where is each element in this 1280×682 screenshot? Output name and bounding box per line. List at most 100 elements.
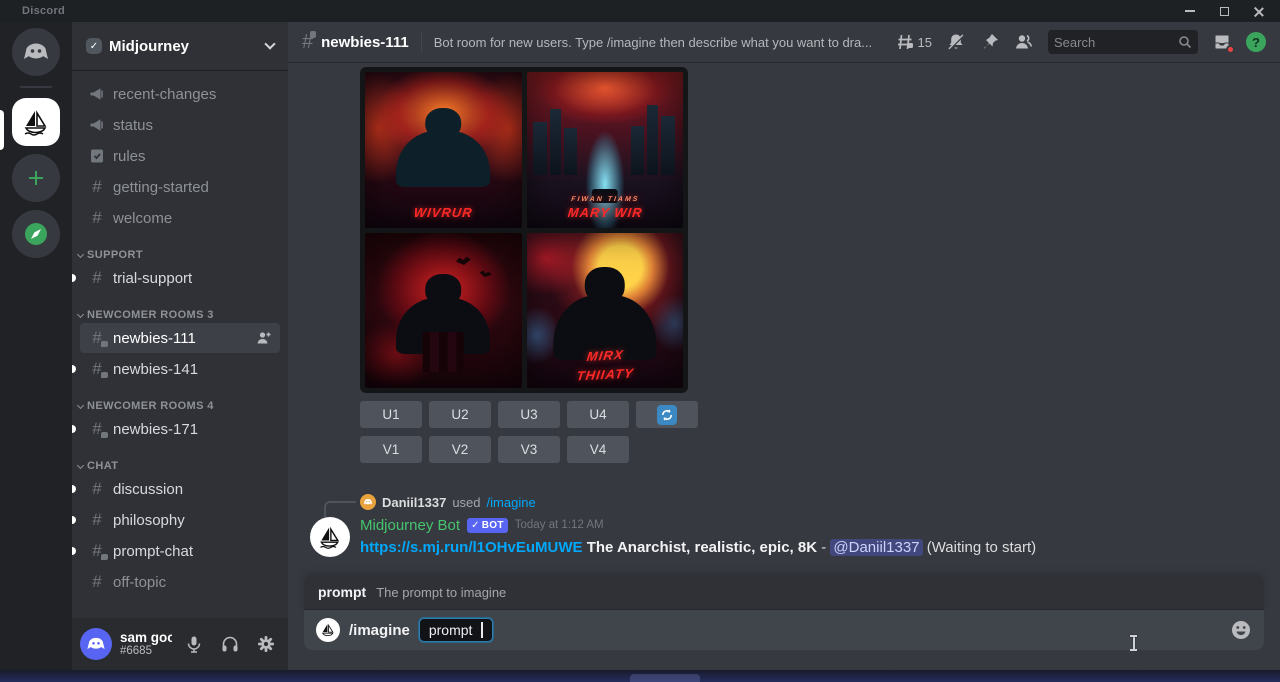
compass-icon <box>23 221 49 247</box>
city-tower <box>661 116 675 175</box>
chevron-down-icon <box>77 401 84 408</box>
channel-topic[interactable]: Bot room for new users. Type /imagine th… <box>434 35 872 50</box>
reply-username[interactable]: Daniil1337 <box>382 495 446 510</box>
category-support[interactable]: SUPPORT <box>78 249 280 261</box>
category-chat[interactable]: CHAT <box>78 460 280 472</box>
server-icon-midjourney[interactable] <box>12 98 60 146</box>
help-button[interactable]: ? <box>1246 32 1266 52</box>
channel-header: # newbies-111 Bot room for new users. Ty… <box>288 22 1280 62</box>
v1-button[interactable]: V1 <box>360 436 422 463</box>
user-mention[interactable]: @Daniil1337 <box>830 539 922 556</box>
active-command: /imagine <box>349 622 410 639</box>
chevron-down-icon <box>77 250 84 257</box>
bat-silhouette <box>479 270 492 278</box>
hash-icon: # <box>88 208 106 228</box>
upscale-button-row: U1 U2 U3 U4 <box>360 401 1280 428</box>
search-bar[interactable] <box>1048 30 1198 54</box>
composer: prompt The prompt to imagine /imagine pr… <box>304 575 1264 650</box>
user-settings-button[interactable] <box>252 630 280 658</box>
message-link[interactable]: https://s.mj.run/l1OHvEuMUWE <box>360 539 583 556</box>
os-taskbar-sliver <box>0 670 1280 682</box>
command-bot-avatar <box>316 618 340 642</box>
message-input-bar[interactable]: /imagine prompt <box>304 610 1264 650</box>
channel-sidebar: ✓ Midjourney recent-changes status rules… <box>72 22 288 670</box>
midjourney-bot-avatar[interactable] <box>310 517 350 557</box>
member-list-button[interactable] <box>1014 32 1034 52</box>
u3-button[interactable]: U3 <box>498 401 560 428</box>
u1-button[interactable]: U1 <box>360 401 422 428</box>
reply-user-avatar[interactable] <box>360 494 376 510</box>
window-minimize-button[interactable] <box>1178 2 1202 20</box>
emoji-picker-button[interactable] <box>1230 619 1252 641</box>
user-avatar[interactable] <box>80 628 112 660</box>
channel-trial-support[interactable]: # trial-support <box>80 263 280 293</box>
server-dropdown[interactable]: ✓ Midjourney <box>72 22 288 70</box>
channel-discussion[interactable]: # discussion <box>80 474 280 504</box>
threads-button[interactable]: 15 <box>895 32 932 52</box>
category-newcomer-rooms-3[interactable]: NEWCOMER ROOMS 3 <box>78 309 280 321</box>
deafen-button[interactable] <box>216 630 244 658</box>
u4-button[interactable]: U4 <box>567 401 629 428</box>
explore-servers-button[interactable] <box>12 210 60 258</box>
channel-off-topic[interactable]: # off-topic <box>80 567 280 597</box>
channel-rules[interactable]: rules <box>80 141 280 171</box>
header-divider <box>421 32 422 52</box>
v3-button[interactable]: V3 <box>498 436 560 463</box>
pinned-messages-button[interactable] <box>980 32 1000 52</box>
notification-settings-button[interactable] <box>946 32 966 52</box>
channel-prompt-chat[interactable]: # prompt-chat <box>80 536 280 566</box>
channel-newbies-141[interactable]: # newbies-141 <box>80 354 280 384</box>
command-option-field[interactable]: prompt <box>419 618 493 642</box>
discord-logo-icon <box>86 636 106 652</box>
add-server-button[interactable] <box>12 154 60 202</box>
mute-microphone-button[interactable] <box>180 630 208 658</box>
inbox-button[interactable] <box>1212 32 1232 52</box>
poster-caption: WIVRUR <box>365 205 522 220</box>
hash-icon: # <box>88 268 106 288</box>
channel-philosophy[interactable]: # philosophy <box>80 505 280 535</box>
message-timestamp: Today at 1:12 AM <box>515 519 604 531</box>
v4-button[interactable]: V4 <box>567 436 629 463</box>
rules-icon <box>88 147 106 165</box>
autocomplete-option[interactable]: prompt <box>318 584 366 600</box>
search-input[interactable] <box>1054 35 1178 50</box>
window-close-button[interactable] <box>1246 2 1270 20</box>
channel-title: newbies-111 <box>321 34 409 51</box>
hash-icon: # <box>88 479 106 499</box>
text-cursor <box>481 622 483 638</box>
notification-badge <box>1226 45 1235 54</box>
window-maximize-button[interactable] <box>1212 2 1236 20</box>
invite-people-icon[interactable] <box>256 330 272 346</box>
home-button[interactable] <box>12 28 60 76</box>
message-body: https://s.mj.run/l1OHvEuMUWE The Anarchi… <box>360 538 1264 558</box>
thread-count: 15 <box>918 35 932 50</box>
autocomplete-description: The prompt to imagine <box>376 585 506 600</box>
channel-welcome[interactable]: # welcome <box>80 203 280 233</box>
artwork-quadrant-4: MIRX THIIATY <box>527 233 684 389</box>
city-tower <box>647 105 658 175</box>
u2-button[interactable]: U2 <box>429 401 491 428</box>
user-panel: sam good... #6685 <box>72 618 288 670</box>
reroll-button[interactable] <box>636 401 698 428</box>
message-author[interactable]: Midjourney Bot <box>360 517 460 534</box>
gear-icon <box>257 635 275 653</box>
channel-newbies-171[interactable]: # newbies-171 <box>80 414 280 444</box>
reply-action-text: used <box>452 495 480 510</box>
discord-logo-icon <box>22 41 50 63</box>
pin-icon <box>980 32 1000 52</box>
artwork-quadrant-3 <box>365 233 522 389</box>
channel-newbies-111[interactable]: # newbies-111 <box>80 323 280 353</box>
reply-command-link[interactable]: /imagine <box>487 495 536 510</box>
hash-thread-icon: # <box>302 31 313 54</box>
user-info[interactable]: sam good... #6685 <box>120 630 172 659</box>
option-field-value: prompt <box>429 622 473 638</box>
v2-button[interactable]: V2 <box>429 436 491 463</box>
sailboat-icon <box>21 107 51 137</box>
midjourney-image-grid[interactable]: WIVRUR FIWAN TIAMS MARY WIR <box>360 67 688 393</box>
channel-status[interactable]: status <box>80 110 280 140</box>
channel-getting-started[interactable]: # getting-started <box>80 172 280 202</box>
figure-silhouette <box>396 131 490 187</box>
channel-recent-changes[interactable]: recent-changes <box>80 79 280 109</box>
category-newcomer-rooms-4[interactable]: NEWCOMER ROOMS 4 <box>78 400 280 412</box>
slash-command-autocomplete[interactable]: prompt The prompt to imagine <box>304 575 1264 610</box>
